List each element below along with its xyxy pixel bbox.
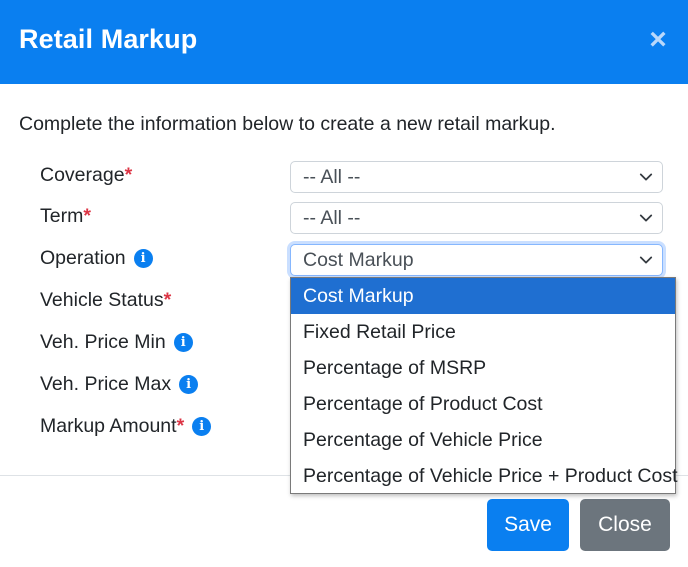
markup-amount-label-text: Markup Amount <box>40 415 177 437</box>
info-icon[interactable]: i <box>179 375 199 394</box>
dropdown-option[interactable]: Percentage of MSRP <box>291 350 675 386</box>
veh-price-max-label-text: Veh. Price Max <box>40 373 172 395</box>
save-button[interactable]: Save <box>487 499 569 551</box>
coverage-label: Coverage * <box>40 164 132 187</box>
chevron-down-icon <box>639 214 653 222</box>
vehicle-status-label: Vehicle Status * <box>40 289 171 312</box>
term-select-value: -- All -- <box>303 207 361 229</box>
veh-price-max-label: Veh. Price Max i <box>40 373 199 396</box>
term-label: Term * <box>40 205 91 228</box>
term-select[interactable]: -- All -- <box>290 202 663 234</box>
close-icon[interactable]: × <box>644 25 672 55</box>
intro-text: Complete the information below to create… <box>19 113 556 135</box>
required-marker: * <box>83 205 91 227</box>
term-label-text: Term <box>40 205 84 227</box>
close-button[interactable]: Close <box>580 499 670 551</box>
coverage-select-value: -- All -- <box>303 166 361 188</box>
retail-markup-modal: Retail Markup × Complete the information… <box>0 0 688 567</box>
operation-dropdown-list: Cost Markup Fixed Retail Price Percentag… <box>290 277 678 494</box>
markup-amount-label: Markup Amount * i <box>40 415 212 438</box>
required-marker: * <box>163 289 172 311</box>
chevron-down-icon <box>639 173 653 181</box>
chevron-down-icon <box>639 256 653 264</box>
required-marker: * <box>124 164 133 186</box>
modal-title: Retail Markup <box>19 24 198 54</box>
veh-price-min-label-text: Veh. Price Min <box>40 331 166 353</box>
info-icon[interactable]: i <box>133 249 153 268</box>
dropdown-option[interactable]: Fixed Retail Price <box>291 314 675 350</box>
info-icon[interactable]: i <box>192 417 212 436</box>
operation-select[interactable]: Cost Markup <box>290 244 663 276</box>
dropdown-option[interactable]: Percentage of Vehicle Price + Product Co… <box>291 458 678 494</box>
modal-header: Retail Markup × <box>0 0 688 84</box>
veh-price-min-label: Veh. Price Min i <box>40 331 193 354</box>
vehicle-status-label-text: Vehicle Status <box>40 289 164 311</box>
dropdown-option[interactable]: Percentage of Vehicle Price <box>291 422 675 458</box>
dropdown-option[interactable]: Percentage of Product Cost <box>291 386 675 422</box>
dropdown-option[interactable]: Cost Markup <box>291 278 675 314</box>
coverage-select[interactable]: -- All -- <box>290 161 663 193</box>
coverage-label-text: Coverage <box>40 164 125 186</box>
operation-label-text: Operation <box>40 247 126 269</box>
operation-label: Operation i <box>40 247 153 270</box>
operation-select-value: Cost Markup <box>303 249 414 271</box>
required-marker: * <box>176 415 185 437</box>
info-icon[interactable]: i <box>173 333 193 352</box>
